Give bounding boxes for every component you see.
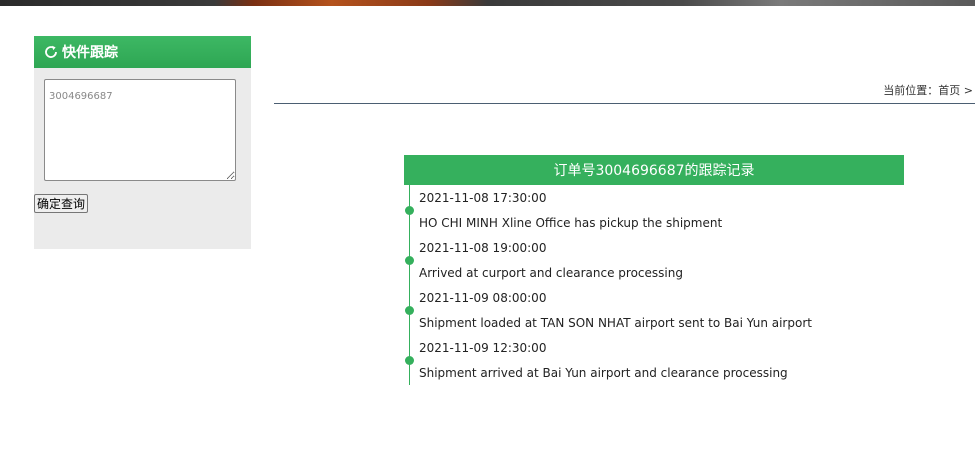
timeline-dot-icon [405, 306, 414, 315]
header-divider [274, 103, 975, 104]
breadcrumb-label: 当前位置： [883, 84, 939, 97]
breadcrumb-home-link[interactable]: 首页 [938, 84, 960, 97]
top-banner-image [0, 0, 975, 6]
timeline-item: 2021-11-08 19:00:00 Arrived at curport a… [404, 235, 904, 285]
tracking-record-title: 订单号3004696687的跟踪记录 [404, 155, 904, 185]
timeline-dot-icon [405, 356, 414, 365]
refresh-icon [43, 44, 59, 60]
express-tracking-header: 快件跟踪 [34, 36, 251, 68]
event-description: Shipment loaded at TAN SON NHAT airport … [419, 316, 812, 330]
event-time: 2021-11-09 12:30:00 [419, 341, 547, 355]
event-time: 2021-11-09 08:00:00 [419, 291, 547, 305]
tracking-number-input[interactable]: 3004696687 [44, 79, 236, 181]
timeline-item: 2021-11-09 12:30:00 Shipment arrived at … [404, 335, 904, 385]
breadcrumb: 当前位置：首页 > [883, 82, 973, 98]
event-description: HO CHI MINH Xline Office has pickup the … [419, 216, 723, 230]
tracking-timeline: 2021-11-08 17:30:00 HO CHI MINH Xline Of… [404, 185, 904, 385]
event-time: 2021-11-08 19:00:00 [419, 241, 547, 255]
event-description: Shipment arrived at Bai Yun airport and … [419, 366, 788, 380]
confirm-query-button[interactable]: 确定查询 [34, 194, 89, 213]
timeline-item: 2021-11-09 08:00:00 Shipment loaded at T… [404, 285, 904, 335]
timeline-dot-icon [405, 256, 414, 265]
express-tracking-panel: 快件跟踪 3004696687 确定查询 [34, 36, 251, 249]
express-tracking-title: 快件跟踪 [62, 45, 118, 61]
breadcrumb-separator: > [963, 84, 973, 97]
timeline-dot-icon [405, 206, 414, 215]
timeline-item: 2021-11-08 17:30:00 HO CHI MINH Xline Of… [404, 185, 904, 235]
event-time: 2021-11-08 17:30:00 [419, 191, 547, 205]
event-description: Arrived at curport and clearance process… [419, 266, 683, 280]
